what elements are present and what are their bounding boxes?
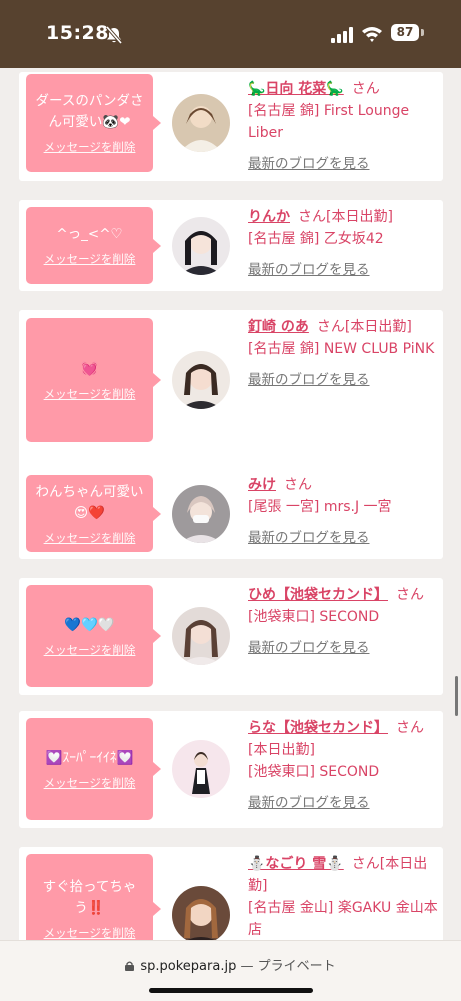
shop-info: [名古屋 金山] 楽GAKU 金山本店: [248, 900, 438, 938]
profile-name-link[interactable]: らな【池袋セカンド】: [248, 720, 388, 736]
latest-blog-link[interactable]: 最新のブログを見る: [248, 792, 438, 814]
profile-name-link[interactable]: 🦕日向 花菜🦕: [248, 81, 344, 97]
delete-message-link[interactable]: メッセージを削除: [44, 925, 136, 940]
message-bubble: 💟ｽｰﾊﾟｰｲｲﾈ💟 メッセージを削除: [26, 718, 161, 820]
private-mode-label: — プライベート: [240, 959, 336, 974]
cellular-signal-icon: [331, 27, 353, 43]
profile-info: ひめ【池袋セカンド】 さん [池袋東口] SECOND 最新のブログを見る: [248, 584, 438, 659]
profile-info: みけ さん [尾張 一宮] mrs.J 一宮 最新のブログを見る: [248, 474, 438, 549]
lock-icon: [125, 961, 135, 971]
message-list[interactable]: ダースのパンダさん可愛い🐼❤ メッセージを削除 🦕日向 花菜🦕 さん [名古屋 錦…: [0, 68, 461, 940]
profile-name-link[interactable]: りんか: [248, 209, 290, 225]
profile-name-link[interactable]: ⛄なごり 雪⛄: [248, 856, 344, 872]
profile-name-link[interactable]: 釘崎 のあ: [248, 319, 309, 335]
avatar[interactable]: [172, 351, 230, 409]
work-status: [本日出勤]: [248, 742, 315, 758]
list-item: ダースのパンダさん可愛い🐼❤ メッセージを削除 🦕日向 花菜🦕 さん [名古屋 錦…: [19, 72, 443, 181]
list-item: 💟ｽｰﾊﾟｰｲｲﾈ💟 メッセージを削除 らな【池袋セカンド】 さん [本日出勤] […: [19, 711, 443, 828]
bell-muted-icon: [105, 26, 123, 44]
battery-cap: [421, 29, 424, 36]
honorific: さん: [351, 81, 380, 97]
profile-info: 釘崎 のあ さん[本日出勤] [名古屋 錦] NEW CLUB PiNK 最新のブ…: [248, 316, 438, 391]
battery-indicator: 87: [391, 24, 419, 41]
profile-info: らな【池袋セカンド】 さん [本日出勤] [池袋東口] SECOND 最新のブログを…: [248, 717, 438, 814]
delete-message-link[interactable]: メッセージを削除: [44, 642, 136, 658]
message-bubble: ダースのパンダさん可愛い🐼❤ メッセージを削除: [26, 74, 161, 172]
message-text: わんちゃん可愛い😍❤️: [35, 483, 144, 521]
honorific: さん: [316, 319, 345, 335]
message-bubble: 💙🩵🤍 メッセージを削除: [26, 585, 161, 687]
home-indicator[interactable]: [149, 988, 313, 993]
list-item: 💙🩵🤍 メッセージを削除 ひめ【池袋セカンド】 さん [池袋東口] SECOND …: [19, 578, 443, 695]
delete-message-link[interactable]: メッセージを削除: [44, 251, 136, 267]
honorific: さん: [396, 587, 424, 603]
delete-message-link[interactable]: メッセージを削除: [44, 530, 136, 546]
status-time: 15:28: [46, 22, 109, 44]
latest-blog-link[interactable]: 最新のブログを見る: [248, 259, 438, 281]
work-status: [本日出勤]: [344, 319, 412, 335]
profile-info: 🦕日向 花菜🦕 さん [名古屋 錦] First Lounge Liber 最新の…: [248, 78, 438, 175]
latest-blog-link[interactable]: 最新のブログを見る: [248, 153, 438, 175]
latest-blog-link[interactable]: 最新のブログを見る: [248, 637, 438, 659]
avatar[interactable]: [172, 94, 230, 152]
url-text: sp.pokepara.jp: [140, 959, 237, 974]
honorific: さん: [298, 209, 326, 225]
list-item: わんちゃん可愛い😍❤️ メッセージを削除 みけ さん [尾張 一宮] mrs.J …: [19, 468, 443, 559]
shop-info: [名古屋 錦] NEW CLUB PiNK: [248, 341, 435, 357]
message-text: 💙🩵🤍: [64, 616, 115, 633]
scroll-indicator[interactable]: [455, 676, 458, 716]
list-item: すぐ拾ってちゃう‼️ メッセージを削除 ⛄なごり 雪⛄ さん[本日出勤] [名古屋…: [19, 847, 443, 940]
message-text: ^っ_<^♡: [56, 226, 123, 242]
shop-info: [名古屋 錦] First Lounge Liber: [248, 103, 410, 141]
honorific: さん: [284, 477, 312, 493]
message-text: ダースのパンダさん可愛い🐼❤: [35, 93, 144, 130]
message-bubble: 💓 メッセージを削除: [26, 318, 161, 442]
message-text: すぐ拾ってちゃう‼️: [42, 879, 137, 916]
delete-message-link[interactable]: メッセージを削除: [44, 775, 136, 791]
shop-info: [池袋東口] SECOND: [248, 764, 380, 780]
list-item: ^っ_<^♡ メッセージを削除 りんか さん[本日出勤] [名古屋 錦] 乙女坂4…: [19, 200, 443, 291]
honorific: さん: [351, 856, 380, 872]
avatar[interactable]: [172, 607, 230, 665]
message-text: 💓: [81, 360, 98, 377]
avatar[interactable]: [172, 217, 230, 275]
profile-name-link[interactable]: ひめ【池袋セカンド】: [248, 587, 388, 603]
avatar[interactable]: [172, 740, 230, 798]
address-bar[interactable]: sp.pokepara.jp — プライベート: [0, 955, 461, 974]
shop-info: [尾張 一宮] mrs.J 一宮: [248, 499, 392, 515]
avatar[interactable]: [172, 886, 230, 940]
shop-info: [名古屋 錦] 乙女坂42: [248, 231, 384, 247]
profile-name-link[interactable]: みけ: [248, 477, 276, 493]
browser-bottom-bar: sp.pokepara.jp — プライベート: [0, 940, 461, 1001]
profile-info: ⛄なごり 雪⛄さん[本日出勤] [名古屋 金山] 楽GAKU 金山本店 最新のブ…: [248, 853, 438, 940]
shop-info: [池袋東口] SECOND: [248, 609, 380, 625]
message-text: 💟ｽｰﾊﾟｰｲｲﾈ💟: [45, 749, 134, 766]
status-bar: 15:28 87: [0, 0, 461, 68]
work-status: [本日出勤]: [326, 209, 393, 225]
message-bubble: すぐ拾ってちゃう‼️ メッセージを削除: [26, 854, 161, 940]
message-bubble: わんちゃん可愛い😍❤️ メッセージを削除: [26, 475, 161, 552]
avatar[interactable]: [172, 485, 230, 543]
delete-message-link[interactable]: メッセージを削除: [44, 139, 136, 155]
profile-info: りんか さん[本日出勤] [名古屋 錦] 乙女坂42 最新のブログを見る: [248, 206, 438, 281]
wifi-icon: [362, 27, 382, 42]
latest-blog-link[interactable]: 最新のブログを見る: [248, 527, 438, 549]
honorific: さん: [396, 720, 424, 736]
message-bubble: ^っ_<^♡ メッセージを削除: [26, 207, 161, 284]
delete-message-link[interactable]: メッセージを削除: [44, 386, 136, 402]
latest-blog-link[interactable]: 最新のブログを見る: [248, 369, 438, 391]
